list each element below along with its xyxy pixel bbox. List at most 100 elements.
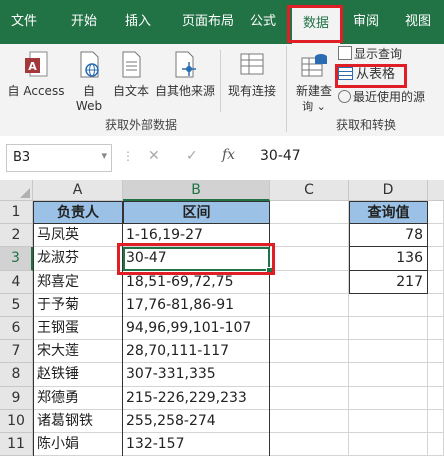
select-all-corner[interactable] [0, 180, 33, 201]
row-header[interactable]: 7 [0, 340, 33, 364]
formula-input[interactable]: 30-47 [250, 144, 444, 172]
highlight-from-table [335, 64, 407, 88]
cell-e6[interactable] [428, 317, 444, 341]
column-header-b[interactable]: B [123, 180, 270, 201]
cell-a11[interactable]: 陈小娟 [33, 433, 123, 456]
formula-menu-dots-icon: ⋮ [122, 149, 134, 163]
cell-c9[interactable] [270, 386, 349, 410]
cell-a7[interactable]: 宋大莲 [33, 340, 123, 364]
from-access-button[interactable]: A 自 Access [6, 50, 66, 99]
group-label-external-data: 获取外部数据 [105, 118, 178, 132]
cell-e7[interactable] [428, 340, 444, 364]
cell-a2[interactable]: 马凤英 [33, 224, 123, 248]
cell-b9[interactable]: 215-226,229,233 [123, 386, 270, 410]
cell-c8[interactable] [270, 363, 349, 387]
cell-c1[interactable] [270, 201, 349, 225]
cell-e9[interactable] [428, 386, 444, 410]
confirm-icon[interactable]: ✓ [186, 148, 198, 164]
cell-d8[interactable] [349, 363, 428, 387]
cell-b1[interactable]: 区间 [123, 201, 270, 225]
row-header[interactable]: 9 [0, 386, 33, 410]
cell-a5[interactable]: 于予菊 [33, 293, 123, 317]
cell-c5[interactable] [270, 293, 349, 317]
ribbon-separator [286, 46, 287, 132]
cell-d6[interactable] [349, 317, 428, 341]
from-text-button[interactable]: 自文本 [108, 50, 154, 99]
cell-d9[interactable] [349, 386, 428, 410]
column-header-d[interactable]: D [349, 180, 428, 201]
cell-b8[interactable]: 307-331,335 [123, 363, 270, 387]
cell-d11[interactable] [349, 433, 428, 456]
cell-c3[interactable] [270, 247, 349, 271]
cell-e1[interactable] [428, 201, 444, 225]
cell-d3[interactable]: 136 [349, 247, 428, 271]
cell-a3[interactable]: 龙淑芬 [33, 247, 123, 271]
tab-view[interactable]: 视图 [396, 0, 440, 44]
existing-connections-button[interactable]: 现有连接 [224, 50, 280, 99]
cell-e8[interactable] [428, 363, 444, 387]
cell-a10[interactable]: 诸葛钢铁 [33, 409, 123, 433]
cell-a4[interactable]: 郑喜定 [33, 270, 123, 294]
tab-insert[interactable]: 插入 [116, 0, 160, 44]
cell-e2[interactable] [428, 224, 444, 248]
insert-function-icon[interactable]: fx [222, 147, 235, 163]
worksheet[interactable]: A B C D 1 负责人 区间 查询值 2 马凤英 1-16,19-27 78 3 龙淑芬 30-… [0, 180, 444, 456]
cell-b11[interactable]: 132-157 [123, 433, 270, 456]
cell-c6[interactable] [270, 317, 349, 341]
cell-b7[interactable]: 28,70,111-117 [123, 340, 270, 364]
cell-e5[interactable] [428, 293, 444, 317]
cancel-icon[interactable]: ✕ [148, 148, 160, 164]
chevron-down-icon: ⌄ [316, 100, 326, 113]
row-header[interactable]: 1 [0, 201, 33, 225]
from-web-label-1: 自 [82, 84, 95, 98]
row-header[interactable]: 3 [0, 247, 33, 271]
name-box[interactable]: B3 ▾ [6, 144, 112, 172]
row-header[interactable]: 4 [0, 270, 33, 294]
cell-c2[interactable] [270, 224, 349, 248]
tab-file[interactable]: 文件 [4, 0, 44, 44]
cell-d4[interactable]: 217 [349, 270, 428, 294]
cell-b6[interactable]: 94,96,99,101-107 [123, 317, 270, 341]
cell-e10[interactable] [428, 409, 444, 433]
cell-d7[interactable] [349, 340, 428, 364]
cell-b5[interactable]: 17,76-81,86-91 [123, 293, 270, 317]
cell-b10[interactable]: 255,258-274 [123, 409, 270, 433]
row-header[interactable]: 11 [0, 433, 33, 456]
from-other-sources-button[interactable]: 自其他来源 [152, 50, 218, 99]
cell-c11[interactable] [270, 433, 349, 456]
column-header-c[interactable]: C [270, 180, 349, 201]
tab-review[interactable]: 审阅 [344, 0, 388, 44]
cell-d1[interactable]: 查询值 [349, 201, 428, 225]
cell-d10[interactable] [349, 409, 428, 433]
column-header-a[interactable]: A [33, 180, 123, 201]
tab-home[interactable]: 开始 [62, 0, 106, 44]
cell-c4[interactable] [270, 270, 349, 294]
row-header[interactable]: 10 [0, 409, 33, 433]
cell-d2[interactable]: 78 [349, 224, 428, 248]
tab-page-layout[interactable]: 页面布局 [168, 0, 248, 44]
column-header-e[interactable] [428, 180, 444, 201]
cell-a8[interactable]: 赵铁锤 [33, 363, 123, 387]
formula-value: 30-47 [260, 148, 301, 164]
row-header[interactable]: 6 [0, 317, 33, 341]
text-file-icon [122, 51, 141, 78]
show-queries-button[interactable]: 显示查询 [338, 46, 444, 64]
cell-e4[interactable] [428, 270, 444, 294]
cell-a1[interactable]: 负责人 [33, 201, 123, 225]
row-header[interactable]: 5 [0, 293, 33, 317]
name-box-dropdown-icon[interactable]: ▾ [101, 149, 107, 162]
cell-a9[interactable]: 郑德勇 [33, 386, 123, 410]
cell-c10[interactable] [270, 409, 349, 433]
show-queries-label: 显示查询 [354, 47, 403, 61]
row-header[interactable]: 8 [0, 363, 33, 387]
from-web-button[interactable]: 自 Web [70, 50, 108, 114]
tab-formulas[interactable]: 公式 [240, 0, 286, 44]
row-header[interactable]: 2 [0, 224, 33, 248]
cell-e11[interactable] [428, 433, 444, 456]
cell-a6[interactable]: 王钢蛋 [33, 317, 123, 341]
cell-d5[interactable] [349, 293, 428, 317]
recent-sources-button[interactable]: 最近使用的源 [338, 90, 444, 108]
cell-c7[interactable] [270, 340, 349, 364]
cell-e3[interactable] [428, 247, 444, 271]
new-query-button[interactable]: 新建查 询 ⌄ [292, 50, 336, 114]
